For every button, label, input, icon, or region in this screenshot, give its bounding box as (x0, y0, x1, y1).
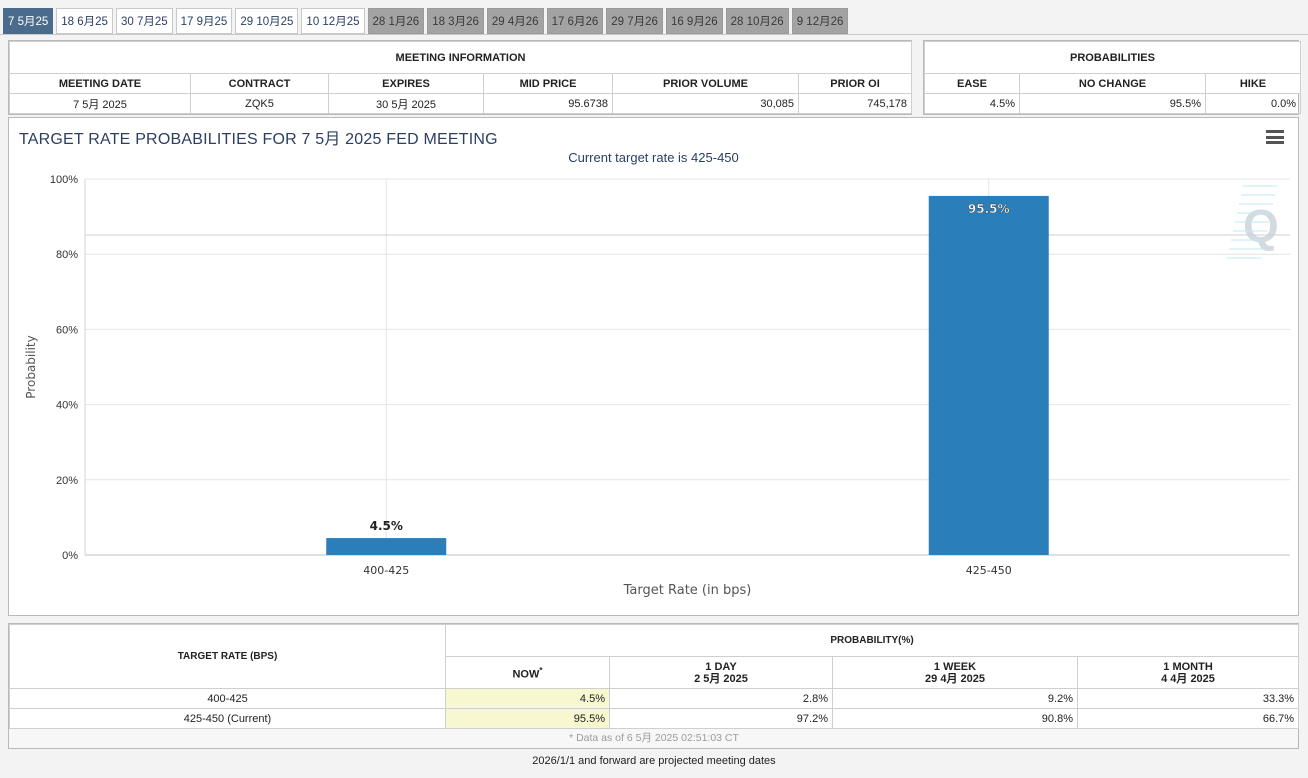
tab-meeting[interactable]: 29 4月26 (486, 8, 544, 34)
chart-panel: 0% 20% 40% 60% 80% 100% Q 4.5% 400-425 95.5% 425-4… (8, 117, 1299, 616)
x-tick-label: 425-450 (966, 564, 1012, 577)
y-tick-label: 80% (56, 249, 78, 261)
tab-divider (0, 34, 1308, 35)
tab-meeting[interactable]: 30 7月25 (115, 8, 173, 34)
row-month: 66.7% (1076, 708, 1300, 729)
chart-menu-icon[interactable] (1266, 130, 1284, 144)
y-tick-label: 100% (50, 174, 78, 186)
row-now: 4.5% (445, 688, 610, 709)
watermark-logo: Q (1243, 200, 1279, 252)
tab-meeting[interactable]: 18 3月26 (427, 8, 484, 34)
chart-title: TARGET RATE PROBABILITIES FOR 7 5月 2025 … (19, 131, 498, 148)
tab-meeting[interactable]: 18 6月25 (56, 8, 113, 34)
tab-meeting[interactable]: 29 7月26 (606, 8, 663, 34)
header-now: NOW* (445, 656, 610, 689)
meeting-date-value: 7 5月 2025 (9, 93, 191, 114)
header-prior-volume: PRIOR VOLUME (612, 73, 799, 94)
row-day: 97.2% (609, 708, 833, 729)
y-tick-label: 40% (56, 400, 78, 412)
meeting-tabs: 7 5月25 18 6月25 30 7月25 17 9月25 29 10月25 10 12… (3, 8, 851, 35)
no-change-value: 95.5% (1019, 93, 1206, 114)
row-day: 2.8% (609, 688, 833, 709)
tab-meeting[interactable]: 7 5月25 (3, 8, 54, 34)
row-week: 9.2% (832, 688, 1078, 709)
contract-value: ZQK5 (190, 93, 329, 114)
header-prior-oi: PRIOR OI (797, 73, 913, 94)
prior-oi-value: 745,178 (797, 93, 913, 114)
row-now: 95.5% (445, 708, 610, 729)
header-no-change: NO CHANGE (1019, 73, 1206, 94)
projected-dates-note: 2026/1/1 and forward are projected meeti… (532, 755, 776, 767)
now-label: NOW (512, 668, 540, 681)
data-label: 95.5% (968, 202, 1010, 216)
row-rate: 400-425 (9, 688, 446, 709)
probabilities-title: PROBABILITIES (923, 41, 1302, 74)
tab-meeting[interactable]: 28 1月26 (367, 8, 425, 34)
chart-subtitle: Current target rate is 425-450 (568, 150, 739, 165)
header-probability-group: PROBABILITY(%) (444, 624, 1300, 657)
tab-meeting[interactable]: 29 10月25 (235, 8, 299, 34)
ease-value: 4.5% (924, 93, 1020, 114)
mid-price-value: 95.6738 (483, 93, 613, 114)
probabilities-table: PROBABILITIES EASE NO CHANGE HIKE 4.5% 9… (923, 41, 1302, 114)
hike-value: 0.0% (1204, 93, 1302, 114)
month-date: 4 4月 2025 (1161, 672, 1215, 685)
header-1-day: 1 DAY 2 5月 2025 (609, 656, 833, 689)
header-mid-price: MID PRICE (483, 73, 613, 94)
row-rate: 425-450 (Current) (9, 708, 446, 729)
probability-history-table: TARGET RATE (BPS) PROBABILITY(%) NOW* 1 … (9, 624, 1300, 747)
tab-meeting[interactable]: 16 9月26 (665, 8, 723, 34)
header-meeting-date: MEETING DATE (9, 73, 191, 94)
header-1-week: 1 WEEK 29 4月 2025 (832, 656, 1078, 689)
month-label: 1 MONTH (1163, 660, 1213, 673)
x-tick-label: 400-425 (363, 564, 409, 577)
data-label: 4.5% (370, 519, 403, 533)
header-target-rate: TARGET RATE (BPS) (9, 624, 446, 689)
y-tick-label: 0% (62, 550, 78, 562)
header-contract: CONTRACT (190, 73, 329, 94)
meeting-info-table: MEETING INFORMATION MEETING DATE CONTRAC… (8, 41, 913, 114)
probability-chart: 0% 20% 40% 60% 80% 100% Q 4.5% 400-425 95.5% 425-4… (24, 174, 1290, 598)
bar (326, 538, 447, 555)
header-expires: EXPIRES (328, 73, 484, 94)
table-row: 425-450 (Current) 95.5% 97.2% 90.8% 66.7… (9, 708, 1300, 729)
prior-volume-value: 30,085 (612, 93, 799, 114)
table-row: 400-425 4.5% 2.8% 9.2% 33.3% (9, 688, 1300, 709)
week-date: 29 4月 2025 (925, 672, 985, 685)
day-label: 1 DAY (705, 660, 737, 673)
meeting-info-panel: MEETING INFORMATION MEETING DATE CONTRAC… (8, 40, 913, 115)
week-label: 1 WEEK (933, 660, 977, 673)
day-date: 2 5月 2025 (694, 672, 748, 685)
tab-meeting[interactable]: 9 12月26 (791, 8, 849, 34)
meeting-info-title: MEETING INFORMATION (8, 41, 913, 74)
bar (928, 195, 1049, 556)
tab-meeting[interactable]: 28 10月26 (725, 8, 789, 34)
tab-meeting[interactable]: 17 9月25 (175, 8, 233, 34)
tab-meeting[interactable]: 17 6月26 (546, 8, 604, 34)
y-tick-label: 60% (56, 324, 78, 336)
expires-value: 30 5月 2025 (328, 93, 484, 114)
probabilities-panel: PROBABILITIES EASE NO CHANGE HIKE 4.5% 9… (923, 40, 1302, 115)
now-marker: * (539, 665, 543, 675)
y-axis-title: Probability (24, 335, 38, 398)
x-axis-title: Target Rate (in bps) (623, 583, 752, 598)
header-1-month: 1 MONTH 4 4月 2025 (1076, 656, 1300, 689)
header-ease: EASE (924, 73, 1020, 94)
data-timestamp-footnote: * Data as of 6 5月 2025 02:51:03 CT (569, 732, 739, 745)
y-tick-label: 20% (56, 475, 78, 487)
row-week: 90.8% (832, 708, 1078, 729)
probability-history-panel: TARGET RATE (BPS) PROBABILITY(%) NOW* 1 … (8, 623, 1300, 749)
header-hike: HIKE (1204, 73, 1302, 94)
tab-meeting[interactable]: 10 12月25 (301, 8, 365, 34)
row-month: 33.3% (1076, 688, 1300, 709)
